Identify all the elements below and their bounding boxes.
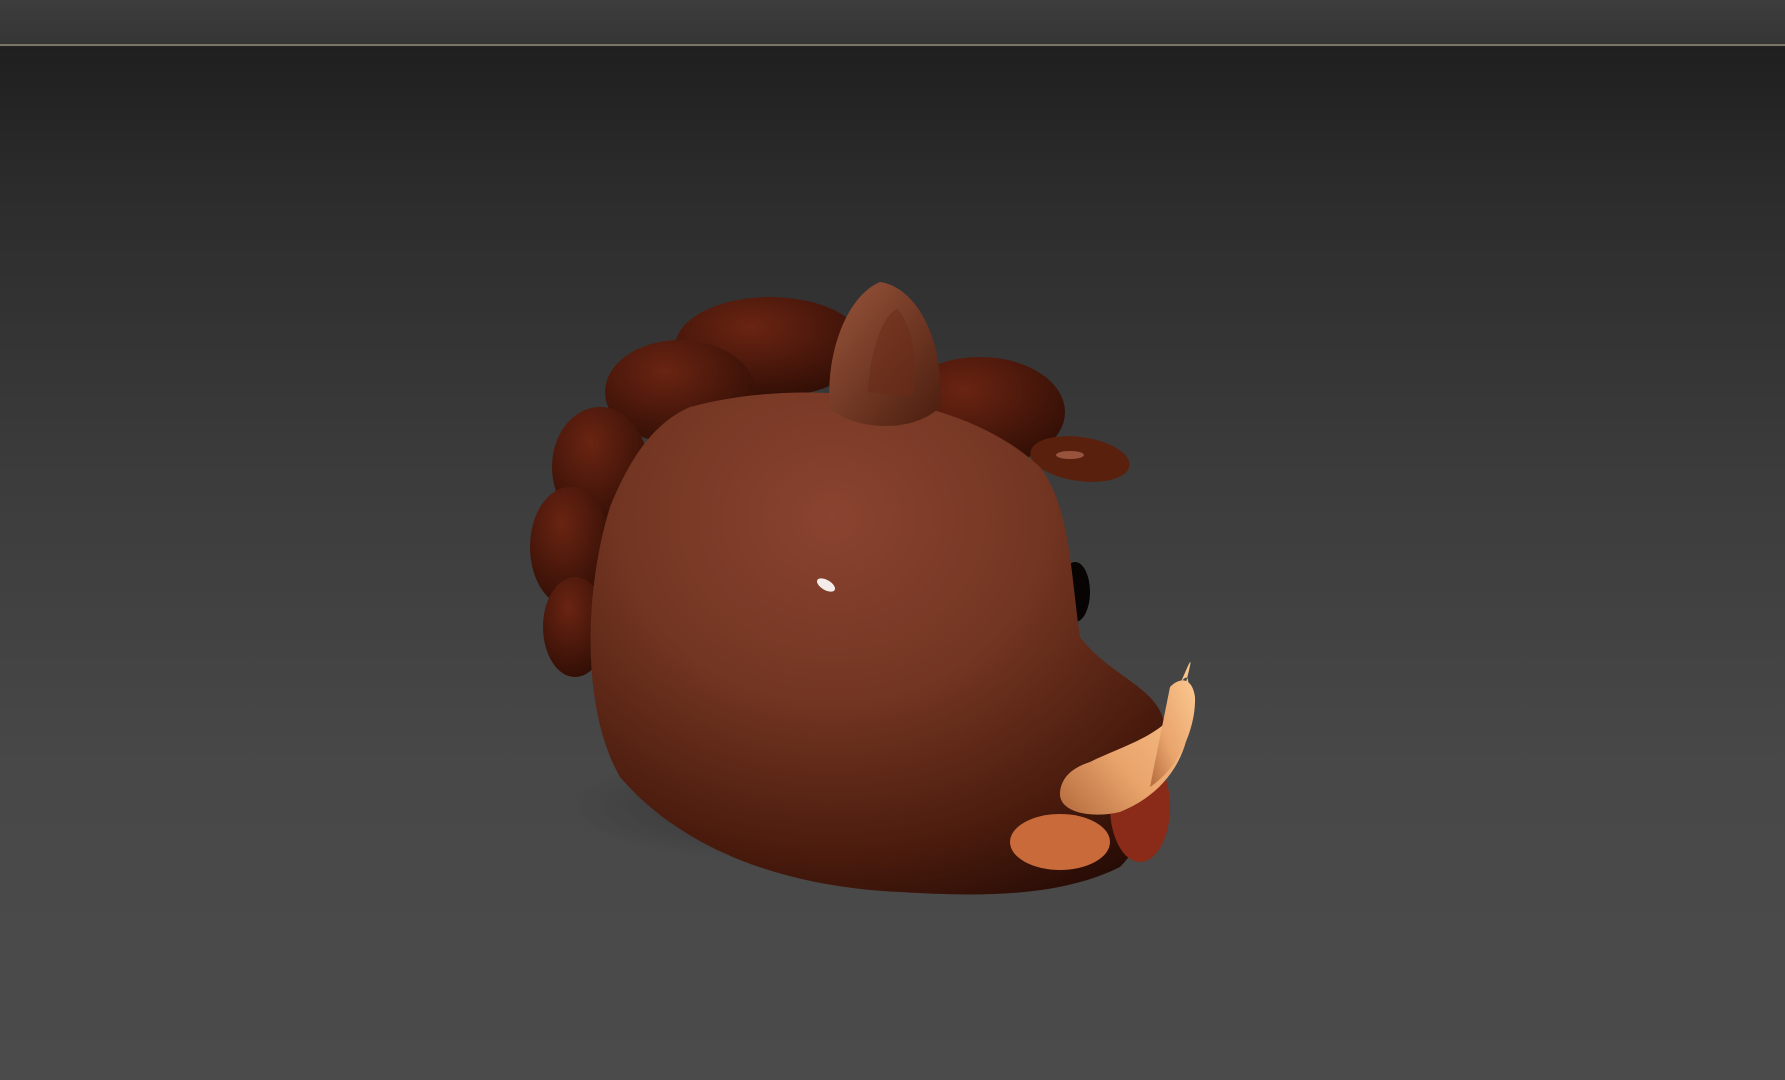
boar-chin — [1010, 814, 1110, 870]
3d-viewport[interactable] — [0, 47, 1785, 1080]
top-toolbar — [0, 0, 1785, 44]
viewport-scene — [530, 282, 1196, 895]
3d-modeling-app — [0, 0, 1785, 1080]
